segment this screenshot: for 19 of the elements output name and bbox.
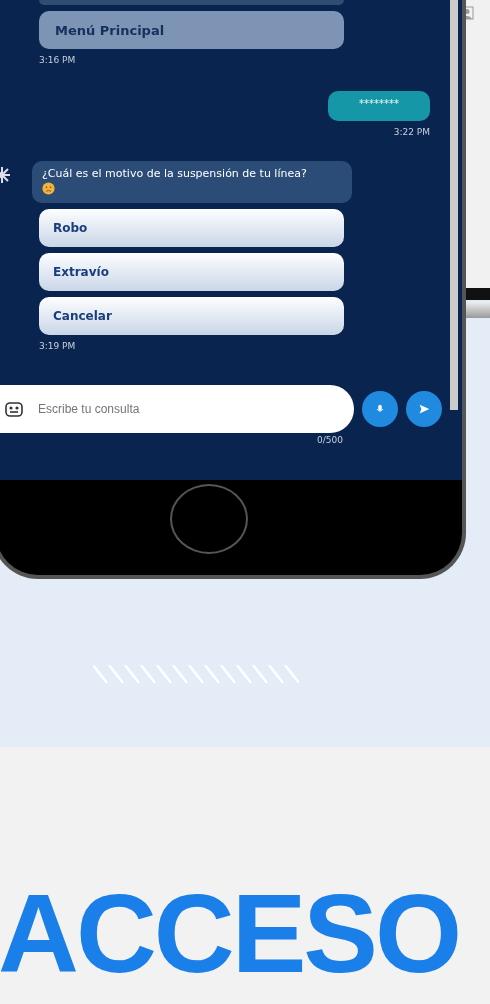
send-button[interactable] xyxy=(406,391,442,427)
option-button[interactable]: Cancelar xyxy=(39,297,344,335)
robot-icon xyxy=(4,399,24,419)
home-button[interactable] xyxy=(170,484,248,554)
timestamp: 3:22 PM xyxy=(393,127,430,137)
scrollbar[interactable] xyxy=(450,0,458,410)
character-counter: 0/500 xyxy=(317,435,344,445)
microphone-button[interactable] xyxy=(362,391,398,427)
option-button[interactable]: Robo xyxy=(39,209,344,247)
message-field[interactable]: Escribe tu consulta xyxy=(36,401,354,417)
option-button[interactable]: Extravío xyxy=(39,253,344,291)
timestamp: 3:19 PM xyxy=(39,341,76,351)
user-message: ******** xyxy=(328,91,430,121)
message-input[interactable]: Escribe tu consulta xyxy=(0,385,354,433)
timestamp: 3:16 PM xyxy=(39,55,76,65)
heading: ACCESO xyxy=(0,878,460,990)
send-icon xyxy=(417,402,431,416)
sad-face-icon xyxy=(42,182,55,195)
bot-message: ¿Cuál es el motivo de la suspensión de tu línea? xyxy=(32,161,352,203)
